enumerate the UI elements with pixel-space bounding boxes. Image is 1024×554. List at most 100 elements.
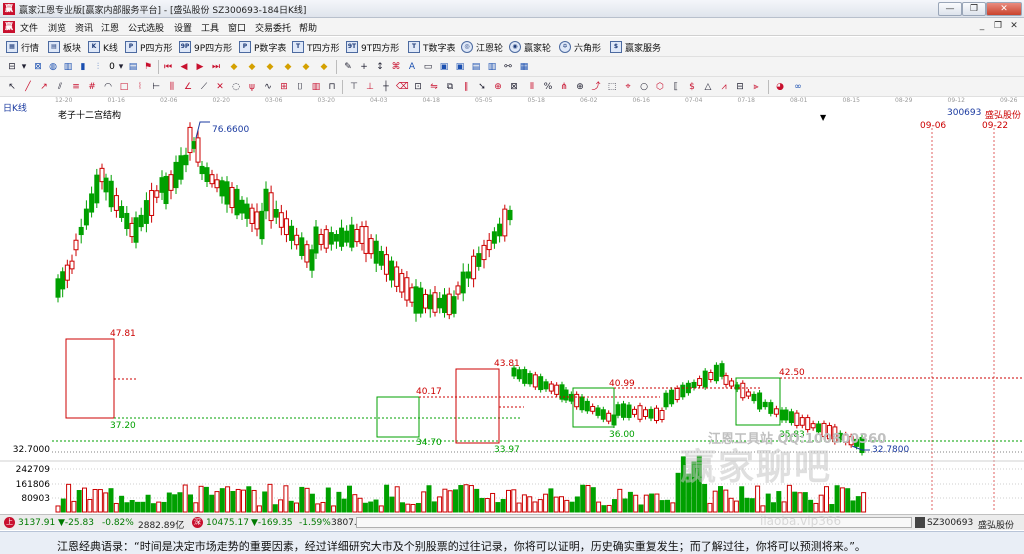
measure-icon[interactable]: ⊢: [150, 81, 162, 93]
menu-file[interactable]: 文件: [20, 21, 38, 34]
candle-chart-icon[interactable]: ▮: [77, 61, 89, 73]
toolbar-service-button[interactable]: $ 赢家服务: [610, 40, 661, 54]
quad-icon[interactable]: ⊟: [734, 81, 746, 93]
dollar-icon[interactable]: $: [686, 81, 698, 93]
cycle-line-icon[interactable]: ⦀: [526, 81, 538, 93]
parallel-icon[interactable]: ∥: [460, 81, 472, 93]
toolbar-9p-square-button[interactable]: 9P 9P四方形: [179, 40, 232, 54]
candlestick-chart[interactable]: 76.660032.780047.8137.2040.1734.7043.813…: [0, 105, 1024, 515]
menu-info[interactable]: 资讯: [75, 21, 93, 34]
ray-icon[interactable]: ↗: [38, 81, 50, 93]
pencil-icon[interactable]: ✎: [342, 61, 354, 73]
diamond-icon-6[interactable]: ◆: [318, 61, 330, 73]
toolbar-p-square-button[interactable]: P P四方形: [125, 40, 172, 54]
menu-window[interactable]: 窗口: [228, 21, 246, 34]
save-icon[interactable]: ▣: [454, 61, 466, 73]
crosshair-icon[interactable]: +: [358, 61, 370, 73]
eraser-icon[interactable]: ⌫: [396, 81, 409, 93]
cursor-icon[interactable]: ↖: [6, 81, 18, 93]
stock-list-icon[interactable]: ▤: [127, 61, 139, 73]
draw-line-icon[interactable]: ╱: [22, 81, 34, 93]
export-icon[interactable]: ▥: [486, 61, 498, 73]
play-left-icon[interactable]: ◀: [178, 61, 190, 73]
bar-chart-icon[interactable]: ▥: [62, 61, 74, 73]
box-tool-icon[interactable]: ▥: [310, 81, 322, 93]
toolbar-sectors-button[interactable]: ▤ 板块: [48, 40, 81, 54]
bracket-tool-icon[interactable]: ⟦: [670, 81, 682, 93]
diamond-icon-1[interactable]: ◆: [228, 61, 240, 73]
mdi-close-button[interactable]: ✕: [1008, 21, 1020, 32]
doc-icon[interactable]: ▣: [438, 61, 450, 73]
target-icon[interactable]: ⊕: [492, 81, 504, 93]
print-icon[interactable]: ▤: [470, 61, 482, 73]
hex-tool-icon[interactable]: ⬡: [654, 81, 666, 93]
diamond-icon-4[interactable]: ◆: [282, 61, 294, 73]
marker-icon[interactable]: ⌖: [622, 81, 634, 93]
close-button[interactable]: ✕: [986, 2, 1022, 16]
shenzhen-index-icon[interactable]: 深: [192, 517, 203, 528]
cycle-icon[interactable]: ⦚: [134, 81, 146, 93]
gann-fan-icon[interactable]: ⌘: [390, 61, 402, 73]
toolbar-kline-button[interactable]: K K线: [88, 40, 118, 54]
zoom-in-icon[interactable]: ⊕: [574, 81, 586, 93]
menu-gann[interactable]: 江恩: [101, 21, 119, 34]
mdi-minimize-button[interactable]: _: [976, 21, 988, 32]
rect-tool-icon[interactable]: ▭: [422, 61, 434, 73]
toolbar-winner-wheel-button[interactable]: ◉ 赢家轮: [509, 40, 551, 54]
fork-icon[interactable]: ⋔: [558, 81, 570, 93]
spiral-icon[interactable]: ◌: [230, 81, 242, 93]
pitchfork-icon[interactable]: ψ: [246, 81, 258, 93]
toolbar-quotes-button[interactable]: ▦ 行情: [6, 40, 39, 54]
diamond-icon-3[interactable]: ◆: [264, 61, 276, 73]
first-icon[interactable]: ⏮: [162, 61, 174, 73]
ruler-icon[interactable]: ⊠: [508, 81, 520, 93]
zigzag-icon[interactable]: ⩘: [718, 81, 730, 93]
wave-icon[interactable]: ∿: [262, 81, 274, 93]
toolbar-hexagon-button[interactable]: ✡ 六角形: [559, 40, 601, 54]
tri-icon[interactable]: △: [702, 81, 714, 93]
chart-dropdown-icon[interactable]: ▼: [820, 113, 826, 122]
toolbar-9t-square-button[interactable]: 9T 9T四方形: [346, 40, 399, 54]
restore-button[interactable]: ❐: [962, 2, 986, 16]
menu-tools[interactable]: 工具: [201, 21, 219, 34]
arrow-tool-icon[interactable]: ➘: [476, 81, 488, 93]
link-icon[interactable]: ⚯: [502, 61, 514, 73]
diamond-icon-2[interactable]: ◆: [246, 61, 258, 73]
percent-icon[interactable]: %: [542, 81, 554, 93]
menu-settings[interactable]: 设置: [174, 21, 192, 34]
menu-help[interactable]: 帮助: [299, 21, 317, 34]
toolbar-gann-wheel-button[interactable]: ◎ 江恩轮: [461, 40, 503, 54]
v-line-icon[interactable]: ⊥: [364, 81, 376, 93]
lock-icon[interactable]: ⊡: [412, 81, 424, 93]
toolbar-t-square-button[interactable]: T T四方形: [292, 40, 340, 54]
toolbar-t-table-button[interactable]: T T数字表: [408, 40, 456, 54]
gann-grid-icon[interactable]: #: [86, 81, 98, 93]
toolbar-p-table-button[interactable]: P P数字表: [239, 40, 286, 54]
cross-line-icon[interactable]: ┼: [380, 81, 392, 93]
h-line-icon[interactable]: ⊤: [348, 81, 360, 93]
mdi-restore-button[interactable]: ❐: [992, 21, 1004, 32]
flag-icon[interactable]: ⚑: [142, 61, 154, 73]
diamond-icon-5[interactable]: ◆: [300, 61, 312, 73]
box-select-icon[interactable]: ⬚: [606, 81, 618, 93]
period-dropdown-icon[interactable]: ▾: [115, 61, 127, 73]
last-icon[interactable]: ⏭: [210, 61, 222, 73]
signal-icon[interactable]: ⫸: [750, 81, 762, 93]
globe-icon[interactable]: ◍: [47, 61, 59, 73]
line-tool-icon[interactable]: ↕: [374, 61, 386, 73]
bracket-icon[interactable]: ⌷: [294, 81, 306, 93]
color-wheel-icon[interactable]: ◕: [774, 81, 786, 93]
menu-formula[interactable]: 公式选股: [128, 21, 164, 34]
arc-icon[interactable]: ◠: [102, 81, 114, 93]
circle-tool-icon[interactable]: ○: [638, 81, 650, 93]
play-right-icon[interactable]: ▶: [194, 61, 206, 73]
layout-icon[interactable]: ⊟: [6, 61, 18, 73]
period-tool-icon[interactable]: ⊓: [326, 81, 338, 93]
square-tool-icon[interactable]: □: [118, 81, 130, 93]
gann-angle-icon[interactable]: ✕: [214, 81, 226, 93]
menu-browse[interactable]: 浏览: [48, 21, 66, 34]
mirror-icon[interactable]: ⇋: [428, 81, 440, 93]
time-zone-icon[interactable]: ⫼: [166, 81, 178, 93]
minimize-button[interactable]: —: [938, 2, 962, 16]
infinity-icon[interactable]: ∞: [792, 81, 804, 93]
